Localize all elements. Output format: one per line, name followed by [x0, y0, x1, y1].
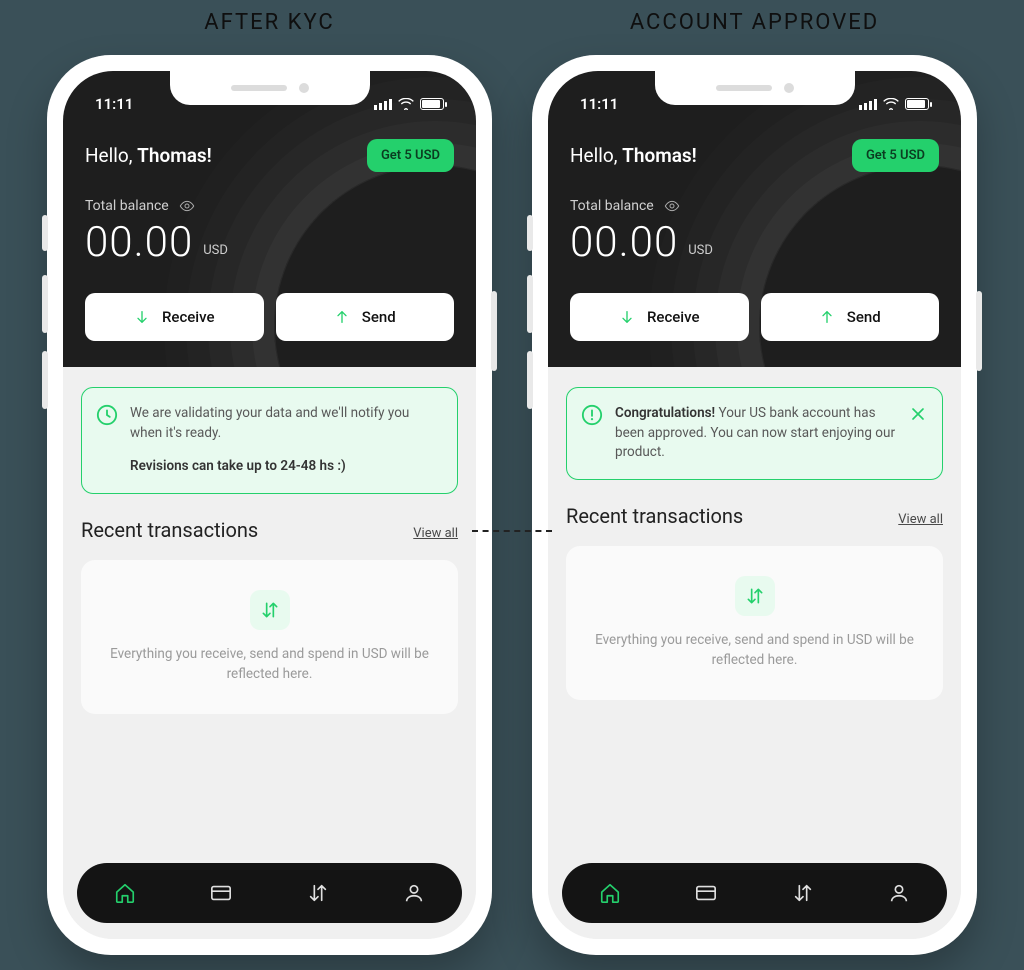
balance-label: Total balance: [570, 198, 654, 214]
phone-frame-right: 11:11 Hello, Thomas! Get 5 USD: [532, 55, 977, 955]
approval-notice: Congratulations! Your US bank account ha…: [566, 387, 943, 480]
balance-currency: USD: [688, 243, 713, 267]
lower-section: Congratulations! Your US bank account ha…: [548, 367, 961, 939]
receive-button[interactable]: Receive: [85, 293, 264, 341]
hero-section: 11:11 Hello, Thomas! Get 5 USD: [548, 71, 961, 367]
notice-text: Congratulations! Your US bank account ha…: [615, 404, 896, 463]
person-icon: [403, 882, 425, 904]
clock-icon: [96, 404, 118, 426]
transactions-empty-text: Everything you receive, send and spend i…: [105, 644, 434, 685]
greeting: Hello, Thomas!: [570, 144, 697, 167]
side-button: [42, 215, 48, 251]
transactions-title: Recent transactions: [566, 504, 743, 528]
caption-left: AFTER KYC: [204, 10, 334, 35]
swap-vertical-icon: [260, 600, 280, 620]
swap-vertical-icon: [745, 586, 765, 606]
transactions-title: Recent transactions: [81, 518, 258, 542]
arrow-up-icon: [334, 309, 350, 325]
swap-vertical-icon: [307, 882, 329, 904]
receive-button[interactable]: Receive: [570, 293, 749, 341]
side-button: [42, 275, 48, 333]
state-after-kyc: AFTER KYC 11:11: [47, 10, 492, 955]
eye-icon[interactable]: [664, 198, 680, 214]
battery-icon: [420, 98, 444, 110]
side-button: [42, 351, 48, 409]
transactions-empty-icon-wrap: [250, 590, 290, 630]
transactions-empty-text: Everything you receive, send and spend i…: [590, 630, 919, 671]
card-icon: [210, 882, 232, 904]
status-time: 11:11: [580, 95, 618, 113]
phone-frame-left: 11:11 Hello, Thomas! Get 5 USD: [47, 55, 492, 955]
status-icons: [374, 98, 444, 110]
status-bar: 11:11: [570, 89, 939, 119]
arrow-down-icon: [619, 309, 635, 325]
home-icon: [599, 882, 621, 904]
transactions-empty-card: Everything you receive, send and spend i…: [566, 546, 943, 701]
greeting: Hello, Thomas!: [85, 144, 212, 167]
signal-icon: [374, 99, 392, 110]
balance-currency: USD: [203, 243, 228, 267]
battery-icon: [905, 98, 929, 110]
home-icon: [114, 882, 136, 904]
promo-button[interactable]: Get 5 USD: [367, 139, 454, 172]
balance-label: Total balance: [85, 198, 169, 214]
nav-activity[interactable]: [778, 868, 828, 918]
balance-amount: 00.00: [570, 218, 678, 267]
side-button: [527, 215, 533, 251]
check-circle-icon: [581, 404, 603, 426]
nav-home[interactable]: [585, 868, 635, 918]
person-icon: [888, 882, 910, 904]
status-time: 11:11: [95, 95, 133, 113]
promo-button[interactable]: Get 5 USD: [852, 139, 939, 172]
card-icon: [695, 882, 717, 904]
wifi-icon: [398, 98, 414, 110]
nav-home[interactable]: [100, 868, 150, 918]
nav-profile[interactable]: [874, 868, 924, 918]
side-button: [491, 291, 497, 371]
nav-card[interactable]: [681, 868, 731, 918]
signal-icon: [859, 99, 877, 110]
close-icon[interactable]: [908, 404, 928, 424]
arrow-down-icon: [134, 309, 150, 325]
view-all-link[interactable]: View all: [413, 526, 458, 541]
eye-icon[interactable]: [179, 198, 195, 214]
bottom-nav: [562, 863, 947, 923]
side-button: [976, 291, 982, 371]
hero-section: 11:11 Hello, Thomas! Get 5 USD: [63, 71, 476, 367]
swap-vertical-icon: [792, 882, 814, 904]
wifi-icon: [883, 98, 899, 110]
view-all-link[interactable]: View all: [898, 512, 943, 527]
balance-amount: 00.00: [85, 218, 193, 267]
caption-right: ACCOUNT APPROVED: [630, 10, 879, 35]
side-button: [527, 351, 533, 409]
bottom-nav: [77, 863, 462, 923]
notice-text: We are validating your data and we'll no…: [130, 404, 443, 443]
send-button[interactable]: Send: [761, 293, 940, 341]
nav-activity[interactable]: [293, 868, 343, 918]
transactions-empty-icon-wrap: [735, 576, 775, 616]
side-button: [527, 275, 533, 333]
send-button[interactable]: Send: [276, 293, 455, 341]
arrow-up-icon: [819, 309, 835, 325]
state-account-approved: ACCOUNT APPROVED 11:11: [532, 10, 977, 955]
state-connector-line: [472, 530, 552, 532]
status-icons: [859, 98, 929, 110]
notice-subtext: Revisions can take up to 24-48 hs :): [130, 457, 443, 477]
validation-notice: We are validating your data and we'll no…: [81, 387, 458, 494]
status-bar: 11:11: [85, 89, 454, 119]
lower-section: We are validating your data and we'll no…: [63, 367, 476, 939]
nav-card[interactable]: [196, 868, 246, 918]
transactions-empty-card: Everything you receive, send and spend i…: [81, 560, 458, 715]
nav-profile[interactable]: [389, 868, 439, 918]
